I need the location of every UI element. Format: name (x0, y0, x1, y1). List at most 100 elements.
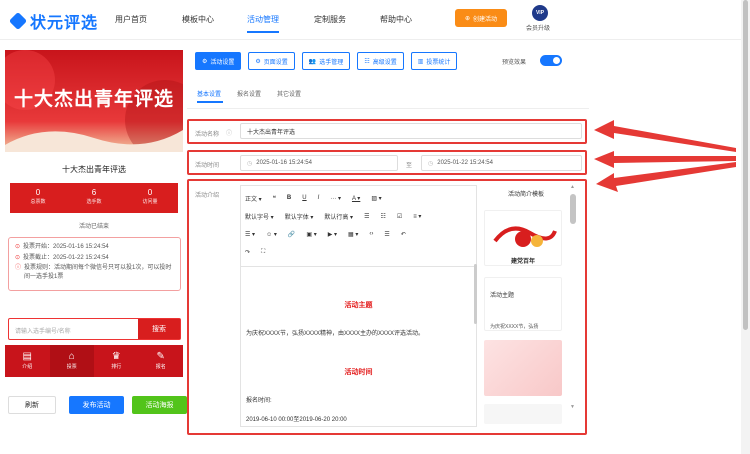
preview-effect-toggle[interactable] (540, 55, 562, 66)
divider-icon[interactable]: ☰ (384, 231, 389, 238)
tab-advanced-settings[interactable]: ☷ 高级设置 (357, 52, 404, 70)
paragraph-format-dropdown[interactable]: 正文 ▾ (245, 194, 262, 203)
template-card[interactable] (484, 340, 562, 396)
video-icon[interactable]: ▶ ▾ (328, 231, 337, 238)
rule-policy: ⓘ 投票规则：活动期间每个微信号只可以投1次，可以投时间一选手投1票 (15, 265, 172, 280)
vip-upgrade-label[interactable]: 会员升级 (526, 23, 550, 32)
subtab-other[interactable]: 其它设置 (277, 89, 301, 98)
todo-icon[interactable]: ☑ (397, 213, 402, 220)
plus-circle-icon: ⊕ (464, 15, 470, 22)
editor-scrollbar[interactable] (474, 264, 477, 324)
gear-icon: ⚙ (202, 58, 208, 65)
template-card[interactable]: 建党百年 (484, 210, 562, 266)
nav-item-custom-service[interactable]: 定制服务 (314, 14, 346, 25)
document-icon: ▤ (22, 351, 32, 362)
numbered-list-icon[interactable]: ☷ (380, 213, 385, 220)
undo-icon[interactable]: ↶ (401, 231, 406, 238)
more-dropdown[interactable]: ··· ▾ (330, 195, 341, 202)
end-time-input[interactable]: ◷ 2025-01-22 15:24:54 (421, 155, 582, 171)
clock-icon: ⊙ (15, 255, 21, 261)
edit-icon: ✎ (156, 351, 165, 362)
info-icon: ⓘ (15, 265, 22, 271)
refresh-button[interactable]: 刷新 (8, 396, 56, 414)
mobile-preview: 十大杰出青年评选 十大杰出青年评选 0 总票数 6 选手数 0 访问量 活动已结… (5, 50, 183, 385)
start-time-input[interactable]: ◷ 2025-01-16 15:24:54 (240, 155, 398, 171)
bold-icon[interactable]: B (287, 195, 291, 201)
intro-label: 活动介绍 (195, 193, 220, 199)
tab-vote-stats[interactable]: ▥ 投票统计 (410, 52, 458, 70)
scrollbar-thumb[interactable] (570, 194, 576, 224)
brand-logo[interactable]: 状元评选 (8, 9, 98, 33)
content-paragraph: 2019-06-10 00:00至2019-06-20 20:00 (246, 417, 347, 423)
users-icon: 👥 (308, 58, 317, 65)
tab-intro[interactable]: ▤ 介绍 (5, 345, 50, 377)
tab-contestant-manage[interactable]: 👥 选手管理 (301, 52, 351, 70)
clock-icon: ◷ (247, 160, 253, 167)
subtab-active-indicator (197, 101, 223, 103)
font-family-dropdown[interactable]: 默认字体 ▾ (285, 212, 314, 221)
font-color-dropdown[interactable]: A ▾ (352, 195, 360, 202)
preview-effect-label: 预览效果 (502, 60, 527, 66)
home-icon: ⌂ (68, 351, 75, 362)
code-icon[interactable]: ‹› (369, 231, 373, 237)
subtab-signup[interactable]: 报名设置 (237, 89, 261, 98)
template-panel: 活动简介模板 建党百年 活动主题 为庆祝XXXX节，弘扬 (481, 185, 578, 427)
tab-signup[interactable]: ✎ 报名 (139, 345, 184, 377)
template-scrollbar[interactable]: ▲ ▼ (569, 184, 577, 412)
link-icon[interactable]: 🔗 (288, 231, 295, 238)
clock-icon: ⊙ (15, 244, 21, 250)
image-icon[interactable]: ▣ ▾ (306, 231, 316, 238)
nav-item-activity-manage[interactable]: 活动管理 (247, 14, 279, 25)
gear-icon: ⚙ (255, 58, 261, 65)
preview-tabbar: ▤ 介绍 ⌂ 投票 ♛ 排行 ✎ 报名 (5, 345, 183, 377)
table-icon[interactable]: ▦ ▾ (348, 231, 358, 238)
to-label: 至 (406, 163, 413, 169)
content-paragraph: 报名时间: (246, 398, 272, 404)
indent-dropdown[interactable]: ☰ ▾ (245, 231, 255, 238)
nav-item-help[interactable]: 帮助中心 (380, 14, 412, 25)
tab-ranking[interactable]: ♛ 排行 (94, 345, 139, 377)
emoji-icon[interactable]: ☺ ▾ (266, 231, 277, 238)
preview-banner: 十大杰出青年评选 (5, 50, 183, 152)
fullscreen-icon[interactable]: ⛶ (261, 249, 265, 256)
tab-activity-settings[interactable]: ⚙ 活动设置 (195, 52, 242, 70)
annotation-arrows (594, 120, 736, 192)
font-size-dropdown[interactable]: 默认字号 ▾ (245, 212, 274, 221)
activity-name-input[interactable]: 十大杰出青年评选 (240, 123, 582, 139)
divider (187, 108, 589, 109)
rule-end: ⊙ 投票截止：2025-01-22 15:24:54 (15, 253, 174, 264)
content-heading: 活动主题 (344, 302, 373, 309)
template-card[interactable]: 活动主题 为庆祝XXXX节，弘扬 (484, 277, 562, 331)
page-scrollbar[interactable] (741, 0, 750, 454)
tab-vote[interactable]: ⌂ 投票 (49, 345, 94, 377)
align-dropdown[interactable]: ≡ ▾ (413, 213, 421, 220)
editor-content[interactable]: 活动主题 为庆祝XXXX节，弘扬XXXX精神，由XXXX主办的XXXX评选活动。… (241, 266, 476, 426)
top-navbar: 状元评选 用户首页 模板中心 活动管理 定制服务 帮助中心 ⊕ 创建活动 VIP… (0, 0, 750, 40)
time-label: 活动时间 (195, 163, 220, 169)
create-activity-button[interactable]: ⊕ 创建活动 (455, 9, 507, 27)
stat-contestants: 6 选手数 (86, 188, 102, 205)
logo-icon (8, 11, 28, 31)
redo-icon[interactable]: ↷ (245, 249, 250, 256)
bullet-list-icon[interactable]: ☰ (364, 213, 369, 220)
editor-toolbar: 正文 ▾ ❝ B U I ··· ▾ A ▾ ▨ ▾ 默认字号 ▾ 默认字体 ▾… (241, 186, 476, 264)
underline-icon[interactable]: U (302, 195, 306, 201)
contestant-search-input[interactable]: 请输入选手编号/名称 (9, 319, 138, 339)
quote-icon[interactable]: ❝ (273, 195, 276, 202)
poster-button[interactable]: 活动海报 (132, 396, 187, 414)
search-button[interactable]: 搜索 (138, 319, 180, 339)
nav-item-templates[interactable]: 模板中心 (182, 14, 214, 25)
italic-icon[interactable]: I (318, 195, 320, 201)
page-scrollbar-thumb[interactable] (743, 0, 748, 330)
subtab-basic[interactable]: 基本设置 (197, 89, 221, 98)
nav-item-home[interactable]: 用户首页 (115, 14, 147, 25)
content-heading: 活动时间 (344, 369, 373, 376)
vip-icon[interactable]: VIP (532, 5, 548, 21)
background-color-dropdown[interactable]: ▨ ▾ (371, 195, 381, 202)
preview-stats: 0 总票数 6 选手数 0 访问量 (10, 183, 178, 213)
banner-title: 十大杰出青年评选 (13, 88, 174, 110)
template-card[interactable] (484, 404, 562, 424)
tab-page-settings[interactable]: ⚙ 页面设置 (248, 52, 295, 70)
publish-button[interactable]: 发布活动 (69, 396, 124, 414)
line-height-dropdown[interactable]: 默认行高 ▾ (324, 212, 353, 221)
